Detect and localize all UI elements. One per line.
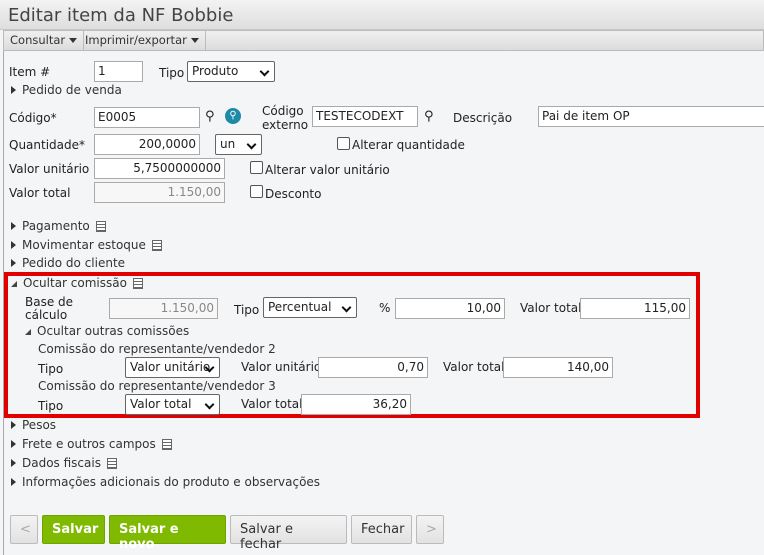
rep3-title: Comissão do representante/vendedor 3 [38, 379, 276, 393]
rep2-tipo-label: Tipo [38, 362, 64, 376]
rep2-tipo-select[interactable]: Valor unitário [125, 357, 220, 378]
caret-right-icon [11, 222, 16, 230]
chevron-down-icon [190, 38, 199, 43]
tipo-select[interactable]: Produto [187, 61, 275, 82]
search-icon[interactable]: ⚲ [424, 109, 434, 124]
alterar-valor-unitario-label: Alterar valor unitário [265, 163, 390, 177]
title-bar: Editar item da NF Bobbie [0, 0, 764, 30]
window-title: Editar item da NF Bobbie [8, 5, 234, 26]
alterar-valor-unitario-checkbox[interactable] [250, 161, 263, 174]
section-label: Movimentar estoque [22, 238, 146, 252]
unidade-select[interactable]: un [215, 134, 262, 155]
quantidade-label: Quantidade* [9, 138, 86, 152]
codigo-externo-label-1: Código [262, 104, 304, 118]
document-icon [151, 240, 162, 251]
lookup-icon[interactable]: ⚲ [225, 108, 241, 124]
pedido-cliente-toggle[interactable]: Pedido do cliente [11, 256, 125, 270]
movimentar-estoque-toggle[interactable]: Movimentar estoque [11, 238, 162, 252]
codigo-externo-label-2: externo [262, 118, 309, 132]
document-icon [106, 458, 117, 469]
imprimir-label: Imprimir/exportar [85, 33, 187, 47]
valor-total-input[interactable]: 1.150,00 [94, 182, 225, 203]
document-icon [132, 278, 143, 289]
rep3-tipo-label: Tipo [38, 399, 64, 413]
valor-total-label: Valor total [9, 186, 71, 200]
item-label: Item # [9, 65, 51, 79]
comissao-tipo-label: Tipo [234, 303, 260, 317]
section-label: Frete e outros campos [22, 437, 156, 451]
rep2-valor-total-label: Valor total [443, 360, 505, 374]
comissao-valor-total-label: Valor total [520, 301, 582, 315]
salvar-button[interactable]: Salvar [42, 515, 105, 544]
caret-right-icon [11, 86, 16, 94]
caret-right-icon [11, 478, 16, 486]
base-calculo-input[interactable]: 1.150,00 [109, 298, 218, 319]
section-label: Pedido de venda [22, 83, 122, 97]
fechar-button[interactable]: Fechar [351, 515, 412, 544]
next-button[interactable]: > [416, 515, 444, 544]
caret-down-icon [25, 329, 31, 335]
caret-right-icon [11, 421, 16, 429]
caret-right-icon [11, 259, 16, 267]
pedido-venda-toggle[interactable]: Pedido de venda [11, 83, 122, 97]
base-calculo-label-2: cálculo [25, 308, 68, 322]
caret-right-icon [11, 459, 16, 467]
rep2-valor-unitario-input[interactable]: 0,70 [318, 357, 428, 378]
salvar-e-novo-button[interactable]: Salvar e novo [109, 515, 226, 552]
section-label: Dados fiscais [22, 456, 101, 470]
previous-button[interactable]: < [10, 515, 38, 544]
document-icon [161, 439, 172, 450]
search-icon[interactable]: ⚲ [205, 109, 215, 124]
desconto-label: Desconto [265, 187, 322, 201]
section-label: Ocultar comissão [23, 276, 127, 290]
pagamento-toggle[interactable]: Pagamento [11, 219, 106, 233]
frete-toggle[interactable]: Frete e outros campos [11, 437, 172, 451]
caret-right-icon [11, 440, 16, 448]
chevron-down-icon [69, 38, 78, 43]
section-label: Pedido do cliente [22, 256, 126, 270]
tipo-label: Tipo [159, 66, 185, 80]
rep2-valor-total-input[interactable]: 140,00 [503, 357, 613, 378]
section-label: Ocultar outras comissões [37, 324, 190, 338]
document-icon [95, 221, 106, 232]
item-input[interactable]: 1 [94, 61, 143, 82]
pesos-toggle[interactable]: Pesos [11, 418, 56, 432]
section-label: Pesos [22, 418, 57, 432]
rep2-valor-unitario-label: Valor unitário [241, 360, 322, 374]
ocultar-outras-toggle[interactable]: Ocultar outras comissões [25, 324, 189, 338]
percent-input[interactable]: 10,00 [395, 298, 505, 319]
rep3-valor-total-label: Valor total [241, 397, 303, 411]
section-label: Informações adicionais do produto e obse… [22, 475, 321, 489]
info-adicionais-toggle[interactable]: Informações adicionais do produto e obse… [11, 475, 320, 489]
rep2-title: Comissão do representante/vendedor 2 [38, 342, 276, 356]
ocultar-comissao-toggle[interactable]: Ocultar comissão [11, 276, 143, 290]
dados-fiscais-toggle[interactable]: Dados fiscais [11, 456, 117, 470]
alterar-quantidade-checkbox[interactable] [337, 137, 350, 150]
consultar-label: Consultar [10, 33, 66, 47]
descricao-label: Descrição [453, 111, 513, 125]
descricao-input[interactable]: Pai de item OP [538, 106, 764, 127]
imprimir-menu[interactable]: Imprimir/exportar [79, 31, 206, 50]
base-calculo-label-1: Base de [25, 295, 74, 309]
comissao-valor-total-input[interactable]: 115,00 [580, 298, 690, 319]
toolbar: Consultar Imprimir/exportar [3, 30, 764, 51]
quantidade-input[interactable]: 200,0000 [94, 134, 200, 155]
codigo-label: Código* [9, 111, 57, 125]
consultar-menu[interactable]: Consultar [4, 31, 85, 50]
desconto-checkbox[interactable] [250, 185, 263, 198]
valor-unitario-label: Valor unitário [9, 162, 90, 176]
valor-unitario-input[interactable]: 5,7500000000 [94, 158, 225, 179]
codigo-input[interactable]: E0005 [94, 107, 200, 128]
alterar-quantidade-label: Alterar quantidade [352, 138, 465, 152]
caret-right-icon [11, 241, 16, 249]
codigo-externo-input[interactable]: TESTECODEXT [312, 106, 418, 127]
section-label: Pagamento [22, 219, 90, 233]
comissao-tipo-select[interactable]: Percentual [263, 297, 357, 318]
salvar-e-fechar-button[interactable]: Salvar e fechar [230, 515, 347, 552]
percent-label: % [379, 301, 391, 315]
rep3-tipo-select[interactable]: Valor total [125, 394, 220, 415]
caret-down-icon [11, 281, 17, 287]
rep3-valor-total-input[interactable]: 36,20 [301, 394, 411, 415]
